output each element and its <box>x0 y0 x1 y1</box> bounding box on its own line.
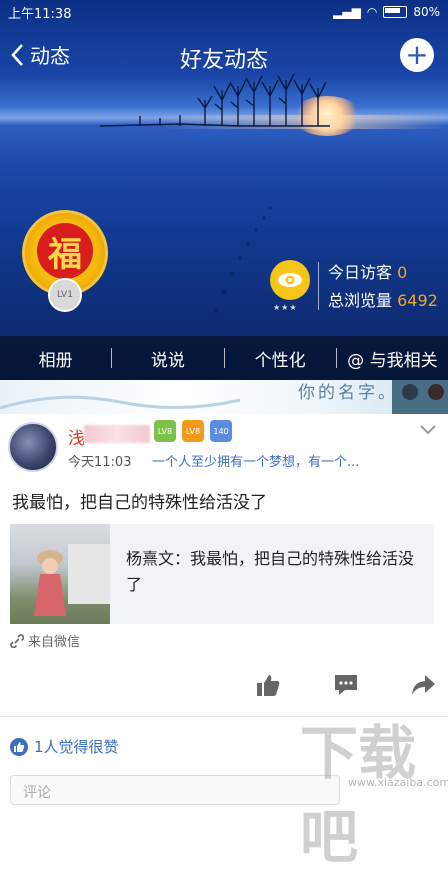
vip-badge[interactable]: LV8 <box>154 420 176 442</box>
photo-placeholder <box>34 544 110 616</box>
shared-article-thumbnail <box>10 524 110 624</box>
add-button[interactable]: + <box>400 38 434 72</box>
page-title: 好友动态 <box>179 48 268 73</box>
tab-album[interactable]: 相册 <box>0 346 111 371</box>
today-visitors-label: 今日访客 <box>328 263 393 282</box>
likes-summary[interactable]: 1人觉得很赞 <box>10 736 119 757</box>
link-icon <box>10 633 24 648</box>
comment-input[interactable]: 评论 <box>10 775 340 805</box>
profile-tabs: 相册 说说 个性化 @ 与我相关 <box>0 336 448 380</box>
status-time: 上午11:38 <box>8 6 72 22</box>
yearly-vip-badge[interactable]: LV8 <box>182 420 204 442</box>
eye-icon <box>278 273 302 287</box>
banner-text: 你的名字。 <box>298 383 398 403</box>
decor-banner: 你的名字。 <box>0 380 448 414</box>
user-badges: LV8 LV8 140 <box>154 420 232 442</box>
tab-shuoshuo[interactable]: 说说 <box>112 346 223 371</box>
post-signature[interactable]: 一个人至少拥有一个梦想，有一个... <box>152 451 359 470</box>
like-button[interactable] <box>253 672 283 698</box>
level-badge: LV1 <box>48 278 82 312</box>
post-source-label: 来自微信 <box>28 635 81 650</box>
battery-icon <box>383 6 408 18</box>
share-button[interactable] <box>408 672 438 698</box>
status-bar: 上午11:38 ▂▄▆ ◠ 80% <box>0 0 448 24</box>
total-views-label: 总浏览量 <box>328 291 393 310</box>
tab-personalize[interactable]: 个性化 <box>225 346 336 371</box>
visitor-stats[interactable]: 今日访客 0 总浏览量 6492 <box>328 259 438 315</box>
fu-avatar-icon: 福 <box>37 223 93 279</box>
comment-button[interactable] <box>331 672 361 698</box>
chevron-down-icon[interactable] <box>420 420 436 439</box>
tab-related[interactable]: @ 与我相关 <box>337 346 448 371</box>
footprints <box>213 206 272 313</box>
visitor-eye-button[interactable] <box>270 260 310 300</box>
battery-percent: 80% <box>413 5 440 19</box>
today-visitors-value: 0 <box>397 263 408 282</box>
likes-text: 1人觉得很赞 <box>34 738 119 756</box>
post-username[interactable]: 浅 <box>68 424 85 449</box>
plus-icon: + <box>405 38 429 71</box>
watermark-url: www.xiazaiba.com <box>348 776 448 789</box>
tab-related-label: 与我相关 <box>369 350 438 371</box>
post-time: 今天11:03 <box>68 455 132 470</box>
stats-divider <box>318 262 319 310</box>
post-author-avatar[interactable] <box>8 422 58 472</box>
star-rating-icon: ★★★ <box>273 303 298 312</box>
like-circle-icon <box>10 737 28 756</box>
at-icon: @ <box>347 350 365 371</box>
shared-article-title: 杨熹文：我最怕，把自己的特殊性给活没了 <box>126 549 415 594</box>
username-mask <box>84 425 150 443</box>
thumbs-up-icon <box>257 675 280 696</box>
total-views-value: 6492 <box>397 291 438 310</box>
signal-icon: ▂▄▆ <box>333 5 361 19</box>
share-arrow-icon <box>412 675 435 695</box>
level-wing-badge[interactable]: 140 <box>210 420 232 442</box>
comment-icon <box>335 675 357 695</box>
post-content: 我最怕，把自己的特殊性给活没了 <box>12 493 267 513</box>
shared-article-card[interactable]: 杨熹文：我最怕，把自己的特殊性给活没了 <box>10 524 434 624</box>
post-source: 来自微信 <box>10 631 80 650</box>
wifi-icon: ◠ <box>366 5 378 19</box>
top-bar: 动态 好友动态 + <box>0 34 448 78</box>
